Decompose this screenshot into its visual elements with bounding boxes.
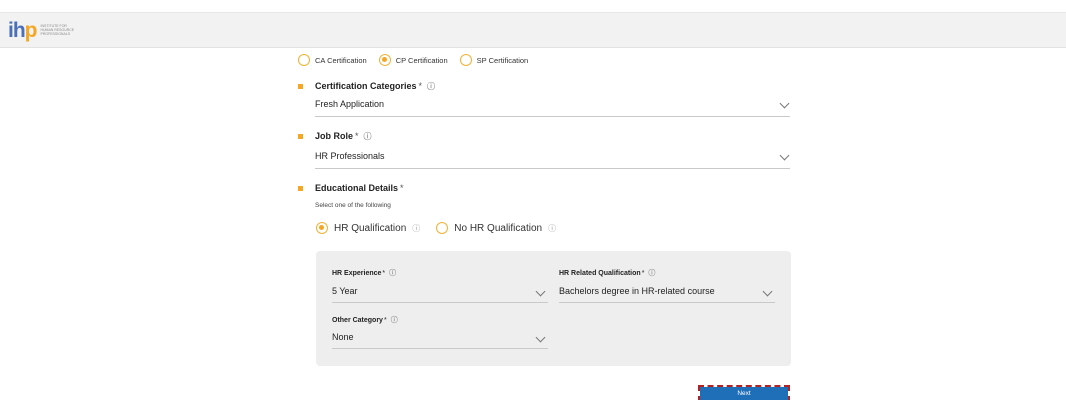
radio-label: SP Certification	[476, 55, 529, 65]
select-value: HR Professionals	[315, 151, 385, 161]
radio-label: No HR Qualification	[454, 222, 543, 234]
logo-mark: ihp	[8, 18, 37, 42]
radio-label: HR Qualification	[334, 222, 407, 234]
select-value: Bachelors degree in HR-related course	[559, 286, 715, 296]
certification-categories-label: Certification Categories * ⓘ	[315, 81, 436, 92]
job-role-select[interactable]: HR Professionals	[315, 150, 790, 169]
radio-no-hr-qualification[interactable]: No HR Qualification ⓘ	[436, 222, 556, 234]
section-bullet	[298, 84, 303, 89]
radio-icon[interactable]	[436, 222, 449, 234]
select-value: Fresh Application	[315, 99, 385, 109]
radio-checked-icon[interactable]	[378, 54, 391, 66]
chevron-down-icon[interactable]	[762, 286, 773, 297]
section-bullet	[298, 134, 303, 139]
other-category-label: Other Category* ⓘ	[332, 316, 398, 324]
hr-related-qualification-select[interactable]: Bachelors degree in HR-related course	[559, 286, 775, 303]
hr-experience-select[interactable]: 5 Year	[332, 286, 548, 303]
qualification-radio-group: HR Qualification ⓘ No HR Qualification ⓘ	[316, 222, 572, 234]
educational-details-subtext: Select one of the following	[315, 202, 391, 209]
chevron-down-icon[interactable]	[535, 332, 546, 343]
educational-details-label: Educational Details *	[315, 183, 404, 193]
chevron-down-icon[interactable]	[535, 286, 546, 297]
info-icon[interactable]: ⓘ	[391, 317, 398, 324]
qualification-details-panel: HR Experience* ⓘ 5 Year HR Related Qualif…	[316, 251, 791, 366]
certification-radio-group: CA Certification CP Certification SP Cer…	[298, 54, 540, 66]
top-bar: ihp INSTITUTE FOR HUMAN RESOURCE PROFESS…	[0, 12, 1066, 48]
other-category-select[interactable]: None	[332, 332, 548, 349]
logo[interactable]: ihp INSTITUTE FOR HUMAN RESOURCE PROFESS…	[8, 19, 77, 41]
hr-related-qualification-label: HR Related Qualification* ⓘ	[559, 269, 656, 277]
radio-icon[interactable]	[298, 54, 310, 66]
certification-categories-select[interactable]: Fresh Application	[315, 98, 790, 117]
radio-label: CP Certification	[395, 55, 448, 65]
radio-label: CA Certification	[315, 55, 367, 65]
radio-ca-certification[interactable]: CA Certification	[298, 54, 367, 66]
radio-sp-certification[interactable]: SP Certification	[459, 54, 529, 66]
radio-cp-certification[interactable]: CP Certification	[378, 54, 448, 66]
info-icon[interactable]: ⓘ	[364, 132, 372, 141]
radio-hr-qualification[interactable]: HR Qualification ⓘ	[316, 222, 420, 234]
info-icon[interactable]: ⓘ	[389, 270, 396, 277]
info-icon[interactable]: ⓘ	[412, 223, 420, 234]
info-icon[interactable]: ⓘ	[648, 270, 655, 277]
info-icon[interactable]: ⓘ	[427, 82, 435, 91]
logo-text: INSTITUTE FOR HUMAN RESOURCE PROFESSIONA…	[40, 24, 75, 36]
job-role-label: Job Role * ⓘ	[315, 131, 372, 142]
radio-icon[interactable]	[459, 54, 472, 66]
radio-checked-icon[interactable]	[316, 222, 328, 234]
hr-experience-label: HR Experience* ⓘ	[332, 269, 397, 277]
info-icon[interactable]: ⓘ	[548, 223, 556, 234]
chevron-down-icon[interactable]	[779, 150, 790, 161]
section-bullet	[298, 186, 303, 191]
select-value: None	[332, 332, 354, 342]
next-button[interactable]: Next	[698, 385, 790, 400]
chevron-down-icon[interactable]	[779, 98, 790, 109]
select-value: 5 Year	[332, 286, 358, 296]
